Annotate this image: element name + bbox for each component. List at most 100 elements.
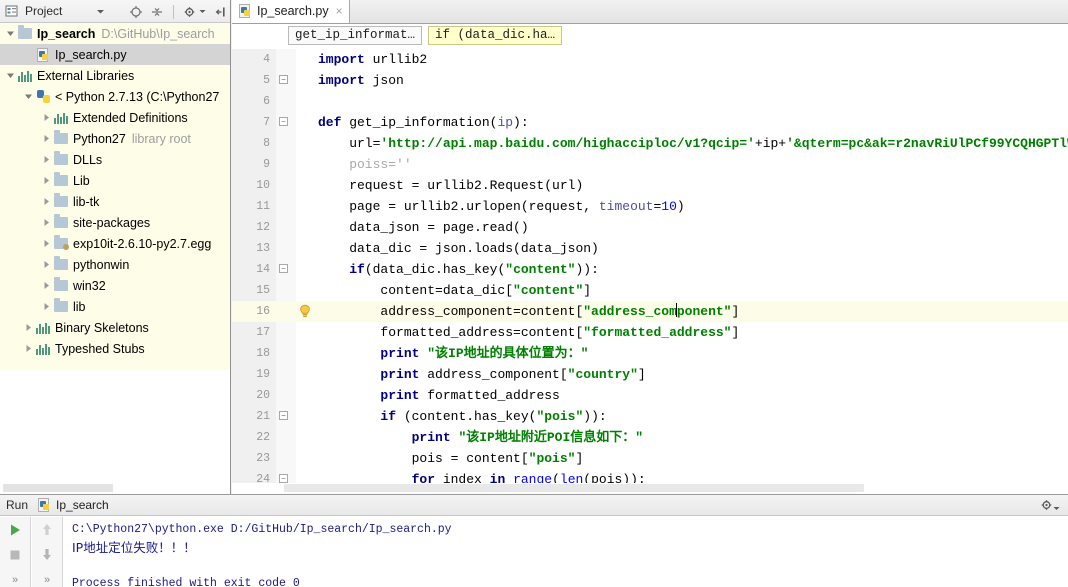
tree-node-typeshed-stubs[interactable]: Typeshed Stubs (0, 338, 230, 359)
intention-bulb-icon[interactable] (298, 304, 312, 319)
up-arrow-icon[interactable] (37, 521, 57, 538)
project-tree[interactable]: Ip_search D:\GitHub\Ip_search Ip_search.py… (0, 23, 230, 370)
down-arrow-icon[interactable] (37, 546, 57, 563)
line-number: 16 (256, 305, 270, 318)
code-text: for index in range(len(pois)): (318, 469, 646, 483)
code-line[interactable]: 16 address_component=content["address_co… (232, 301, 1068, 322)
code-line[interactable]: 20 print formatted_address (232, 385, 1068, 406)
tree-node-lib[interactable]: lib (0, 296, 230, 317)
code-token: ( (552, 472, 560, 483)
chevron-right-icon[interactable] (40, 174, 53, 187)
breadcrumb-item-function[interactable]: get_ip_informat… (288, 26, 423, 45)
chevron-right-icon[interactable] (40, 132, 53, 145)
code-line[interactable]: 7− def get_ip_information(ip): (232, 112, 1068, 133)
code-text: formatted_address=content["formatted_add… (318, 322, 739, 343)
fold-toggle-icon[interactable]: − (279, 117, 288, 126)
fold-toggle-icon[interactable]: − (279, 411, 288, 420)
editor-horizontal-scrollbar[interactable] (232, 483, 1068, 493)
tree-node-lib-tk[interactable]: lib-tk (0, 191, 230, 212)
run-settings-group[interactable] (1040, 498, 1060, 515)
gear-icon[interactable] (1040, 498, 1054, 512)
code-line[interactable]: 13 data_dic = json.loads(data_json) (232, 238, 1068, 259)
code-line[interactable]: 5− import json (232, 70, 1068, 91)
code-token: poiss= (318, 157, 397, 172)
code-text: content=data_dic["content"] (318, 280, 591, 301)
tree-node-binary-skeletons[interactable]: Binary Skeletons (0, 317, 230, 338)
code-line[interactable]: 24− for index in range(len(pois)): (232, 469, 1068, 483)
chevron-right-icon[interactable] (40, 258, 53, 271)
code-line[interactable]: 19 print address_component["country"] (232, 364, 1068, 385)
code-token: +ip+ (754, 136, 787, 151)
code-text: address_component=content["address_compo… (318, 301, 739, 322)
run-icon[interactable] (5, 521, 25, 538)
chevron-right-icon[interactable] (40, 195, 53, 208)
chevron-right-icon[interactable] (22, 342, 35, 355)
chevron-down-icon[interactable] (96, 7, 105, 16)
chevron-right-icon[interactable] (40, 216, 53, 229)
scrollbar-thumb[interactable] (284, 484, 864, 492)
collapse-all-icon[interactable] (150, 5, 164, 19)
tree-node-external-libraries[interactable]: External Libraries (0, 65, 230, 86)
code-line[interactable]: 10 request = urllib2.Request(url) (232, 175, 1068, 196)
line-number: 22 (256, 431, 270, 444)
hide-panel-icon[interactable] (213, 5, 227, 19)
stop-icon[interactable] (5, 546, 25, 563)
breadcrumb: get_ip_informat… if (data_dic.ha… (232, 24, 1068, 48)
code-line[interactable]: 23 pois = content["pois"] (232, 448, 1068, 469)
code-line[interactable]: 9 poiss='' (232, 154, 1068, 175)
fold-toggle-icon[interactable]: − (279, 264, 288, 273)
chevron-down-icon[interactable] (4, 27, 17, 40)
code-line[interactable]: 14− if(data_dic.has_key("content")): (232, 259, 1068, 280)
code-editor[interactable]: 4 import urllib2 5− import json 6 7− def get_i… (232, 49, 1068, 483)
close-icon[interactable]: × (336, 4, 343, 18)
tree-node-extended-definitions[interactable]: Extended Definitions (0, 107, 230, 128)
breadcrumb-item-if[interactable]: if (data_dic.ha… (428, 26, 563, 45)
run-console-output[interactable]: C:\Python27\python.exe D:/GitHub/Ip_sear… (64, 517, 1068, 587)
code-line[interactable]: 4 import urllib2 (232, 49, 1068, 70)
chevron-down-icon[interactable] (1053, 505, 1060, 512)
tree-node-pythonwin[interactable]: pythonwin (0, 254, 230, 275)
editor-tab-ip-search[interactable]: Ip_search.py × (232, 0, 350, 23)
code-line[interactable]: 18 print "该IP地址的具体位置为：" (232, 343, 1068, 364)
locate-icon[interactable] (129, 5, 143, 19)
code-text: data_json = page.read() (318, 217, 528, 238)
tree-node-ip-search[interactable]: Ip_search D:\GitHub\Ip_search (0, 23, 230, 44)
expand-icon[interactable]: » (5, 571, 25, 587)
chevron-right-icon[interactable] (40, 279, 53, 292)
scrollbar-thumb[interactable] (3, 484, 113, 492)
tree-node-ip-search-py[interactable]: Ip_search.py (0, 44, 230, 65)
tree-node-dlls[interactable]: DLLs (0, 149, 230, 170)
pycharm-window: Project Ip_search D:\GitHub\Ip_search Ip… (0, 0, 1068, 587)
chevron-right-icon[interactable] (40, 300, 53, 313)
fold-toggle-icon[interactable]: − (279, 474, 288, 483)
code-lines[interactable]: 4 import urllib2 5− import json 6 7− def get_i… (232, 49, 1068, 483)
code-line[interactable]: 8 url='http://api.map.baidu.com/highacci… (232, 133, 1068, 154)
gear-icon[interactable] (183, 5, 197, 19)
run-configuration-tab[interactable]: Ip_search (38, 498, 109, 512)
chevron-right-icon[interactable] (40, 153, 53, 166)
expand-icon[interactable]: » (37, 571, 57, 587)
project-horizontal-scrollbar[interactable] (0, 483, 230, 493)
fold-toggle-icon[interactable]: − (279, 75, 288, 84)
code-line[interactable]: 22 print "该IP地址附近POI信息如下：" (232, 427, 1068, 448)
tree-node-lib[interactable]: Lib (0, 170, 230, 191)
code-line[interactable]: 12 data_json = page.read() (232, 217, 1068, 238)
gear-dropdown-icon[interactable] (199, 8, 206, 15)
chevron-right-icon[interactable] (40, 111, 53, 124)
chevron-down-icon[interactable] (4, 69, 17, 82)
tree-node-win32[interactable]: win32 (0, 275, 230, 296)
code-line[interactable]: 17 formatted_address=content["formatted_… (232, 322, 1068, 343)
tree-node-python27[interactable]: Python27 library root (0, 128, 230, 149)
code-line[interactable]: 21− if (content.has_key("pois")): (232, 406, 1068, 427)
chevron-right-icon[interactable] (22, 321, 35, 334)
code-line[interactable]: 15 content=data_dic["content"] (232, 280, 1068, 301)
code-line[interactable]: 11 page = urllib2.urlopen(request, timeo… (232, 196, 1068, 217)
chevron-down-icon[interactable] (22, 90, 35, 103)
code-line[interactable]: 6 (232, 91, 1068, 112)
code-token: print (380, 367, 420, 382)
tree-node-site-packages[interactable]: site-packages (0, 212, 230, 233)
tree-node-python-2-7-13-c-python27[interactable]: < Python 2.7.13 (C:\Python27 (0, 86, 230, 107)
code-text: if (content.has_key("pois")): (318, 406, 606, 427)
chevron-right-icon[interactable] (40, 237, 53, 250)
tree-node-exp10it-2-6-10-py2-7-egg[interactable]: exp10it-2.6.10-py2.7.egg (0, 233, 230, 254)
